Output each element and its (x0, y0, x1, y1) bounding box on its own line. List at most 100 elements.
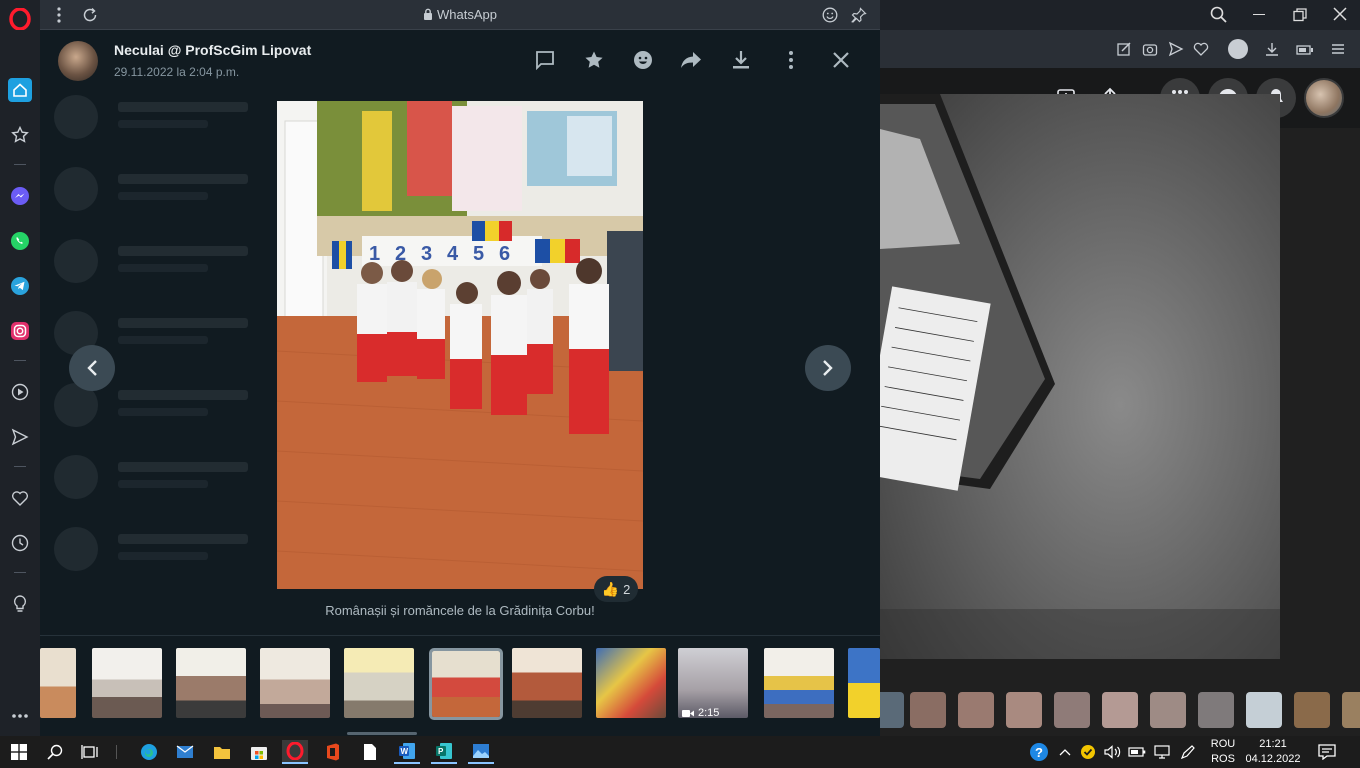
svg-text:6: 6 (499, 243, 510, 265)
store-icon[interactable] (246, 740, 272, 764)
main-photo: 123 456 (277, 101, 643, 589)
sender-name[interactable]: Neculai @ ProfScGim Lipovat (114, 42, 311, 58)
minimize-icon[interactable] (1253, 14, 1265, 15)
forward-button[interactable] (677, 46, 705, 74)
emoji-icon (634, 51, 652, 69)
help-icon[interactable]: ? (1026, 740, 1052, 764)
thumbnail[interactable] (1102, 692, 1138, 728)
more-dots-icon[interactable] (8, 704, 32, 728)
react-button[interactable] (629, 46, 657, 74)
battery-icon[interactable] (1296, 43, 1314, 61)
volume-icon[interactable] (1100, 740, 1126, 764)
download-button[interactable] (727, 46, 755, 74)
pin-icon[interactable] (851, 7, 867, 28)
emoji-toggle-icon[interactable] (822, 7, 838, 28)
thumbnail[interactable] (1294, 692, 1330, 728)
divider (116, 745, 117, 759)
more-options-button[interactable] (777, 46, 805, 74)
message-timestamp: 29.11.2022 la 2:04 p.m. (114, 65, 240, 79)
search-icon[interactable] (1210, 6, 1228, 29)
opera-taskbar-icon[interactable] (282, 740, 308, 764)
next-button[interactable] (805, 345, 851, 391)
go-to-message-button[interactable] (531, 46, 559, 74)
media-thumbnail[interactable] (260, 648, 330, 718)
history-clock-icon[interactable] (8, 531, 32, 555)
close-window-icon[interactable] (1333, 7, 1347, 26)
whatsapp-icon[interactable] (8, 229, 32, 253)
clock[interactable]: 21:21 04.12.2022 (1240, 737, 1306, 767)
thumbnail[interactable] (910, 692, 946, 728)
file-explorer-icon[interactable] (209, 740, 235, 764)
input-language[interactable]: ROU ROS (1206, 737, 1240, 767)
edit-icon[interactable] (1116, 41, 1132, 62)
camera-icon[interactable] (1142, 41, 1158, 62)
thumbnail[interactable] (1198, 692, 1234, 728)
thumbnail[interactable] (1246, 692, 1282, 728)
opera-logo-icon[interactable] (8, 7, 32, 31)
chevron-right-icon (823, 360, 833, 376)
heart-icon[interactable] (8, 486, 32, 510)
media-thumbnail[interactable] (40, 648, 76, 718)
media-thumbnail[interactable] (848, 648, 880, 718)
speed-dial-star-icon[interactable] (8, 123, 32, 147)
photos-icon[interactable] (468, 740, 494, 764)
start-windows-icon[interactable] (6, 740, 32, 764)
strip-scroll-indicator[interactable] (347, 732, 417, 735)
star-button[interactable] (580, 46, 608, 74)
sender-avatar[interactable] (58, 41, 98, 81)
network-icon[interactable] (1149, 740, 1175, 764)
player-icon[interactable] (8, 380, 32, 404)
avatar[interactable] (1304, 78, 1344, 118)
office-icon[interactable] (320, 740, 346, 764)
media-thumbnail[interactable] (344, 648, 414, 718)
reaction-badge[interactable]: 👍 2 (594, 576, 638, 602)
instagram-icon[interactable] (8, 319, 32, 343)
media-thumbnail[interactable] (596, 648, 666, 718)
thumbnail[interactable] (1006, 692, 1042, 728)
previous-button[interactable] (69, 345, 115, 391)
clock-time: 21:21 (1259, 738, 1287, 750)
heart-icon[interactable] (1193, 41, 1209, 62)
publisher-icon[interactable]: P (431, 740, 457, 764)
mail-icon[interactable] (172, 740, 198, 764)
video-duration: 2:15 (698, 707, 720, 719)
send-icon[interactable] (8, 425, 32, 449)
task-view-icon[interactable] (77, 740, 103, 764)
norton-icon[interactable] (1075, 740, 1101, 764)
close-viewer-button[interactable] (827, 46, 855, 74)
thumbnail[interactable] (1342, 692, 1360, 728)
search-icon[interactable] (42, 740, 68, 764)
divider (14, 466, 26, 467)
media-thumbnail[interactable] (512, 648, 582, 718)
thumbnail[interactable] (1150, 692, 1186, 728)
lock-icon (423, 8, 433, 23)
telegram-icon[interactable] (8, 274, 32, 298)
notifications-icon[interactable] (1314, 740, 1340, 764)
document-icon[interactable] (357, 740, 383, 764)
media-thumbnail[interactable] (764, 648, 834, 718)
lightbulb-icon[interactable] (8, 592, 32, 616)
taskbar: W P ? ROU ROS 21:21 04.12.2022 (0, 736, 1360, 768)
video-duration-badge: 2:15 (682, 707, 719, 719)
pen-icon[interactable] (1175, 740, 1201, 764)
facebook-photo (880, 94, 1280, 659)
panel-titlebar: WhatsApp (40, 0, 880, 30)
home-icon[interactable] (8, 78, 32, 102)
easy-setup-icon[interactable] (1330, 41, 1346, 62)
send-icon[interactable] (1168, 41, 1184, 62)
thumbnail[interactable] (1054, 692, 1090, 728)
word-icon[interactable]: W (394, 740, 420, 764)
battery-icon[interactable] (1124, 740, 1150, 764)
thumbnail[interactable] (958, 692, 994, 728)
messenger-icon[interactable] (8, 184, 32, 208)
media-thumbnail[interactable] (176, 648, 246, 718)
message-icon (536, 51, 554, 70)
restore-icon[interactable] (1293, 8, 1307, 27)
edge-icon[interactable] (136, 740, 162, 764)
media-thumbnail-selected[interactable] (429, 648, 503, 720)
screen: { "whatsapp": { "window_title": "WhatsAp… (0, 0, 1360, 768)
download-icon[interactable] (1264, 41, 1280, 62)
profile-icon[interactable] (1228, 39, 1248, 59)
media-thumbnail[interactable] (92, 648, 162, 718)
svg-text:4: 4 (447, 243, 459, 265)
